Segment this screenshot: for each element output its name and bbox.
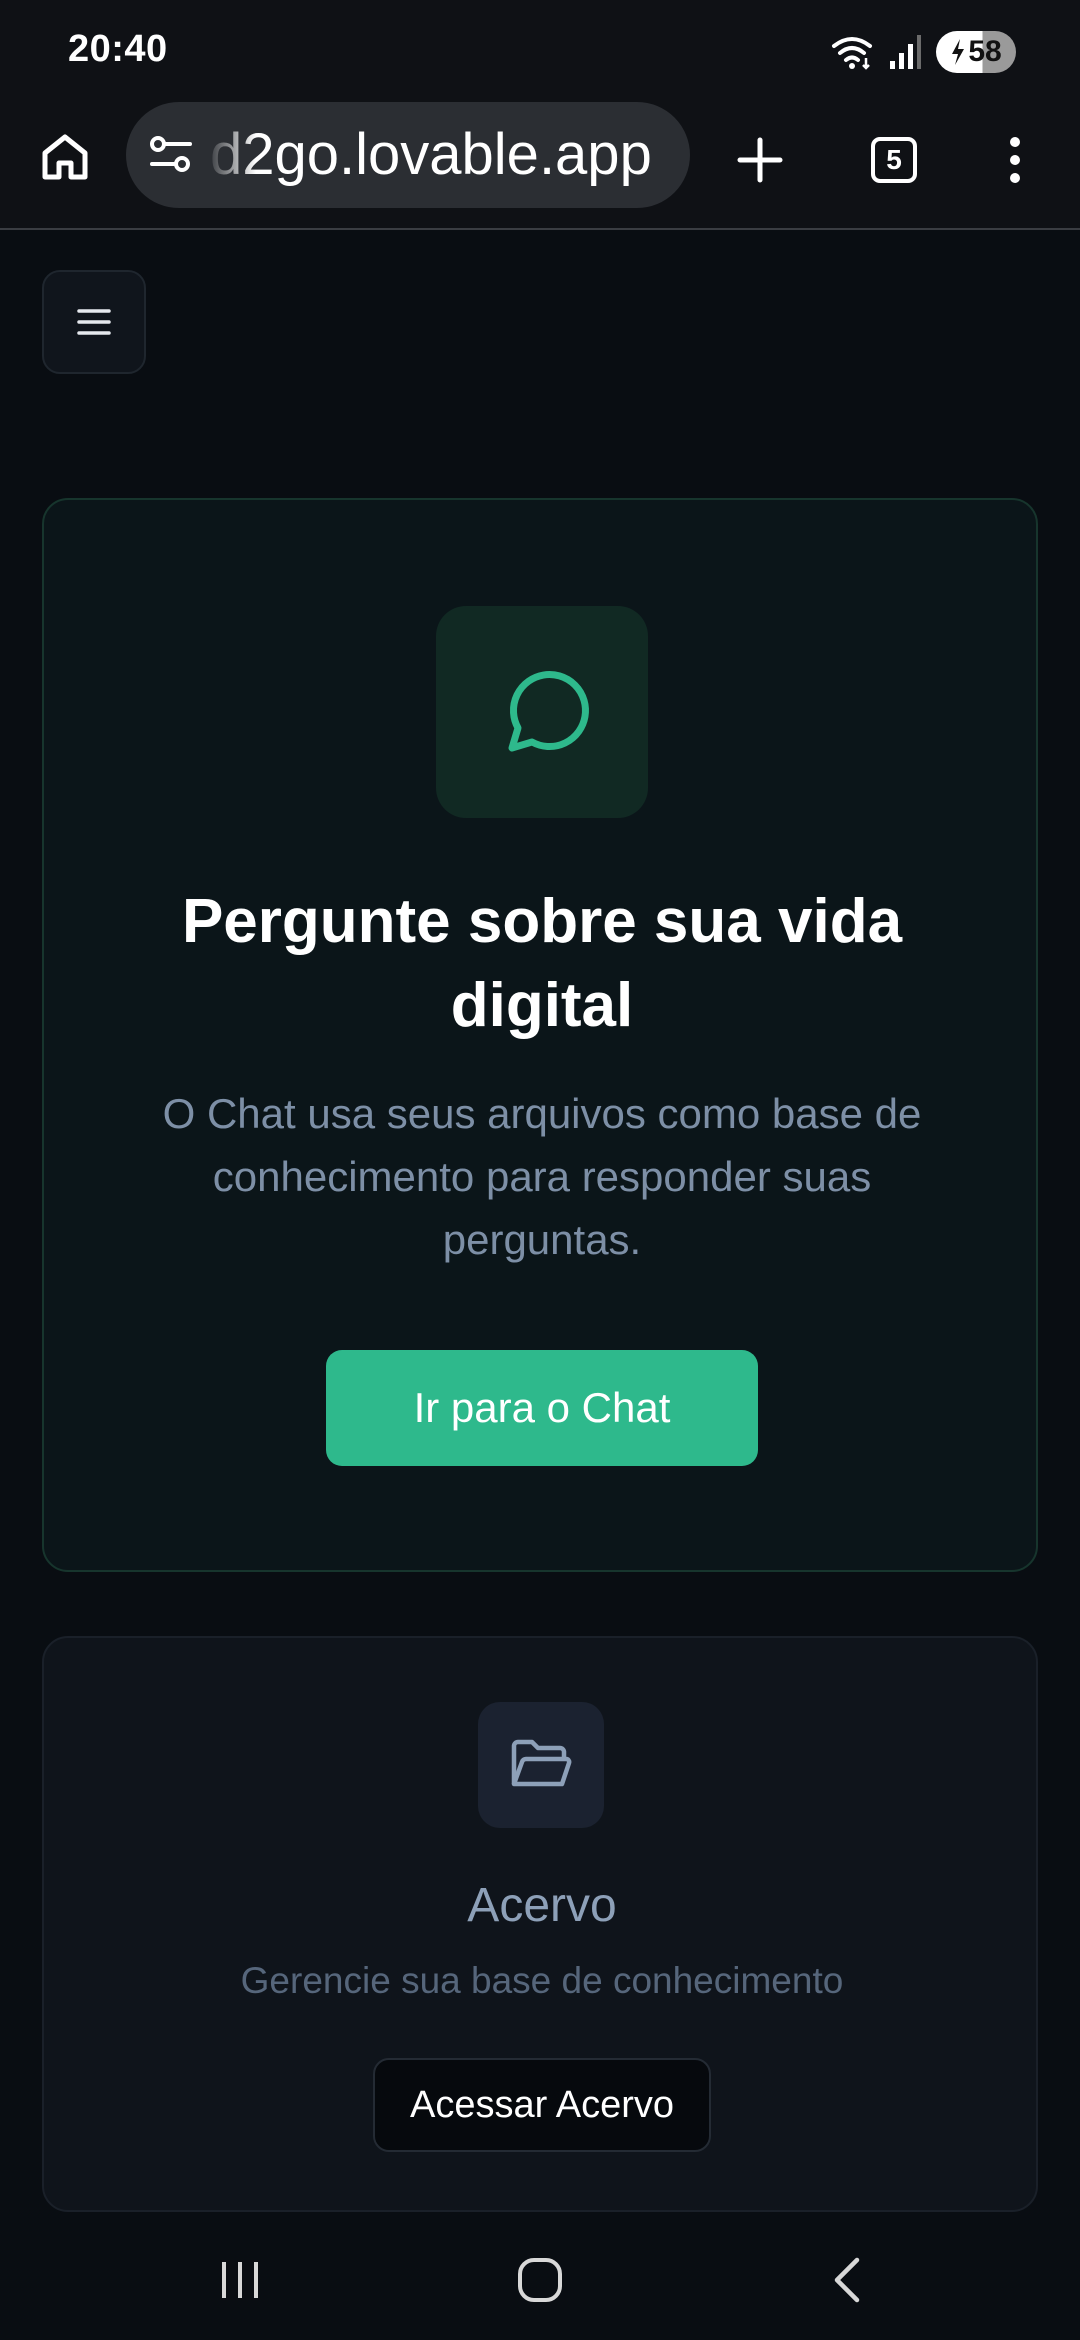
chat-icon-container — [436, 606, 648, 818]
page: 20:40 58 5 d2go.lovable.app Pergunte sob… — [0, 0, 1080, 2340]
new-tab-button[interactable] — [722, 122, 798, 198]
menu-button[interactable] — [42, 270, 146, 374]
status-time: 20:40 — [68, 28, 168, 70]
recent-apps-button[interactable] — [190, 2240, 290, 2320]
home-nav-button[interactable] — [490, 2240, 590, 2320]
go-to-chat-button[interactable]: Ir para o Chat — [326, 1350, 758, 1466]
chat-card: Pergunte sobre sua vida digital O Chat u… — [42, 498, 1038, 1572]
more-menu-button[interactable] — [990, 122, 1040, 198]
new-tab-icon — [737, 137, 783, 183]
back-icon — [834, 2257, 860, 2303]
acervo-card-description: Gerencie sua base de conhecimento — [240, 1960, 844, 2001]
acervo-card-title: Acervo — [467, 1879, 617, 1932]
tab-count: 5 — [886, 144, 902, 175]
recent-apps-icon — [222, 2262, 258, 2298]
chat-bubble-icon — [508, 671, 589, 752]
folder-open-icon — [511, 1739, 572, 1787]
wifi-icon — [832, 37, 872, 70]
back-nav-button[interactable] — [796, 2240, 896, 2320]
url-text: d2go.lovable.app — [210, 122, 652, 187]
status-bar: 20:40 58 — [0, 0, 1080, 100]
signal-icon — [890, 35, 921, 69]
acervo-icon-container — [478, 1702, 604, 1828]
tabs-button[interactable]: 5 — [856, 122, 932, 198]
home-button[interactable] — [30, 122, 100, 192]
battery-level: 58 — [968, 35, 1002, 68]
chat-card-title: Pergunte sobre sua vida digital — [181, 887, 903, 1040]
status-icons: 58 — [830, 30, 1016, 74]
tabs-icon: 5 — [871, 137, 917, 183]
address-bar[interactable]: d2go.lovable.app — [126, 102, 690, 208]
home-icon — [42, 134, 88, 180]
url-fade — [206, 102, 256, 208]
site-settings-icon[interactable] — [148, 132, 194, 178]
battery-indicator: 58 — [936, 31, 1016, 73]
system-nav-bar — [0, 2220, 1080, 2340]
chat-card-description: O Chat usa seus arquivos como base de co… — [162, 1090, 922, 1263]
more-icon — [1010, 137, 1020, 183]
acervo-card: Acervo Gerencie sua base de conhecimento… — [42, 1636, 1038, 2212]
access-acervo-button[interactable]: Acessar Acervo — [373, 2058, 711, 2152]
home-nav-icon — [518, 2258, 562, 2302]
battery-charging-icon — [952, 39, 965, 65]
hamburger-menu-icon — [77, 309, 111, 335]
